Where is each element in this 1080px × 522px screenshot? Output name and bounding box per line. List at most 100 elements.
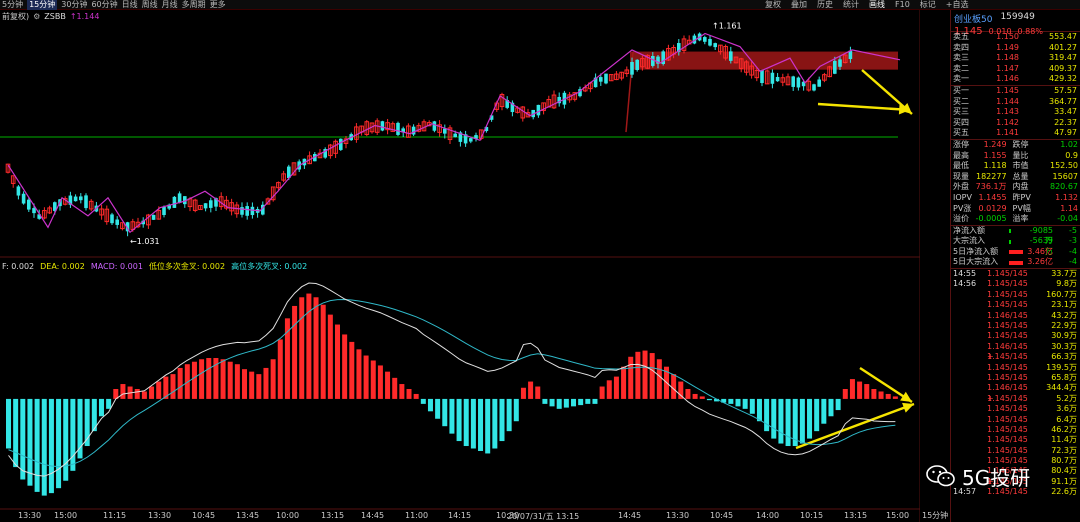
book-price: 1.146 — [996, 74, 1019, 84]
macd-bar — [621, 366, 627, 399]
macd-bar — [756, 398, 762, 422]
tick-volume: 3.6万 — [1056, 404, 1077, 414]
security-name: 创业板50 — [954, 15, 993, 25]
flow-bar — [1009, 236, 1023, 247]
tick-volume: 5.2万 — [1056, 393, 1077, 403]
macd-bar — [206, 358, 212, 399]
tool-button[interactable]: 复权 — [765, 0, 781, 10]
tick-price: 1.145/145 — [987, 352, 1028, 362]
dif-line — [8, 282, 896, 477]
stat-value: 1.1455 — [978, 192, 1007, 202]
macd-bar — [871, 389, 877, 399]
period-tab[interactable]: 月线 — [162, 0, 178, 10]
tick-volume: 23.1万 — [1051, 300, 1077, 310]
stat-label: 市值 — [1012, 161, 1029, 171]
flow-label: 大宗流入 — [953, 236, 985, 246]
period-tab[interactable]: 日线 — [122, 0, 138, 10]
book-row[interactable]: 卖四 1.149 401.27 — [951, 43, 1080, 54]
candle-body — [635, 59, 639, 71]
book-row[interactable]: 卖二 1.147 409.37 — [951, 64, 1080, 75]
stat-value: 15607 — [1052, 171, 1078, 181]
tick-row: 1.145/145 65.8万 — [951, 373, 1080, 383]
macd-bar — [56, 398, 62, 489]
book-row[interactable]: 买一 1.145 57.57 — [951, 86, 1080, 97]
book-row[interactable]: 买二 1.144 364.77 — [951, 97, 1080, 108]
macd-bar — [6, 398, 12, 449]
tick-volume: 22.9万 — [1051, 321, 1077, 331]
candle-body — [84, 195, 88, 209]
macd-bar — [199, 359, 205, 399]
book-row[interactable]: 买三 1.143 33.47 — [951, 107, 1080, 118]
flow-value: -5639万 — [1029, 236, 1053, 256]
candle-body — [250, 206, 255, 216]
macd-bar — [306, 293, 312, 399]
watermark: 5G投研 — [926, 456, 1076, 496]
time-axis: 13:30 15:00 11:15 13:30 10:45 13:45 10:00 13:15… — [0, 510, 920, 522]
tool-button[interactable]: 画线 — [869, 0, 885, 10]
tool-button[interactable]: 历史 — [817, 0, 833, 10]
candle-body — [713, 43, 717, 48]
tick-volume: 9.8万 — [1056, 279, 1077, 289]
annotation-arrow-head — [900, 391, 912, 402]
dea-line — [8, 298, 896, 468]
macd-bar — [699, 396, 705, 399]
tool-button[interactable]: 标记 — [920, 0, 936, 10]
tick-price: 1.145/145 — [987, 404, 1028, 414]
book-level-label: 卖五 — [953, 32, 969, 41]
book-row[interactable]: 卖三 1.148 319.47 — [951, 53, 1080, 64]
tool-button[interactable]: F10 — [895, 0, 910, 10]
period-tab[interactable]: 60分钟 — [91, 0, 117, 10]
macd-bar — [34, 398, 40, 492]
book-row[interactable]: 买四 1.142 22.37 — [951, 118, 1080, 129]
macd-bar — [685, 389, 691, 399]
stat-label: 内盘 — [1012, 182, 1029, 192]
bid-levels: 买一 1.145 57.57 买二 1.144 364.77 买三 1.143 33.47 买四 1… — [951, 86, 1080, 139]
tool-button[interactable]: +自选 — [946, 0, 969, 10]
book-row[interactable]: 卖一 1.146 429.32 — [951, 74, 1080, 85]
candle-body — [73, 196, 78, 202]
candle-body — [380, 121, 385, 131]
quote-stats: 涨停 1.249 跌停 1.02 最高 1.155 量比 0.9 最低 1.118 市值 152.50… — [951, 140, 1080, 225]
chart-area[interactable]: ↑1.161←1.0311.1281.0951.0781.0620.0120.0… — [0, 0, 920, 522]
tool-button[interactable]: 叠加 — [791, 0, 807, 10]
book-row[interactable]: 买五 1.141 47.97 — [951, 128, 1080, 139]
candle-body — [79, 196, 83, 201]
period-tab[interactable]: 15分钟 — [27, 0, 58, 10]
tick-row: 1.146/145 + 344.4万 — [951, 383, 1080, 402]
book-volume: 22.37 — [1054, 117, 1077, 127]
period-tab[interactable]: 更多 — [210, 0, 226, 10]
tool-button[interactable]: 统计 — [843, 0, 859, 10]
tick-row: 1.145/145 139.5万 — [951, 363, 1080, 373]
stat-value: 1.14 — [1060, 203, 1078, 213]
high-price-mark: ↑1.161 — [712, 22, 742, 31]
tick-volume: 43.2万 — [1051, 310, 1077, 320]
period-tab[interactable]: 5分钟 — [2, 0, 23, 10]
stat-value: 0.9 — [1065, 150, 1078, 160]
stat-label: IOPV — [953, 192, 972, 202]
indicator-name[interactable]: ZSBB — [44, 12, 66, 22]
candle-body — [172, 196, 177, 208]
period-tab[interactable]: 30分钟 — [61, 0, 87, 10]
flow-row: 5日净流入额 3.46亿 -4 — [951, 247, 1080, 258]
tick-volume: 72.3万 — [1051, 445, 1077, 455]
tick-price: 1.145/145 — [987, 424, 1028, 434]
toolbar: 5分钟 15分钟 30分钟 60分钟 日线 周线 月线 多周期 更多 复权 叠加 历史 统计 画线 F10… — [0, 0, 1080, 10]
stat-label: 量比 — [1012, 150, 1029, 160]
book-level-label: 买五 — [953, 128, 969, 138]
chart-tools: 复权 叠加 历史 统计 画线 F10 标记 +自选 — [765, 0, 968, 10]
tick-time — [953, 290, 987, 300]
macd-bar — [807, 398, 813, 439]
gear-icon[interactable]: ⚙ — [33, 12, 40, 22]
macd-bar — [106, 398, 112, 409]
period-tab[interactable]: 周线 — [142, 0, 158, 10]
tick-row: 1.145/145 11.4万 — [951, 435, 1080, 445]
candle-body — [791, 76, 795, 87]
book-row[interactable]: 卖五 1.150 553.47 — [951, 32, 1080, 43]
tick-time — [953, 383, 987, 393]
chart-canvas[interactable]: ↑1.161←1.0311.1281.0951.0781.0620.0120.0… — [0, 0, 920, 522]
book-volume: 33.47 — [1054, 107, 1077, 117]
tick-time — [953, 415, 987, 425]
tick-volume: 344.4万 — [1046, 383, 1077, 393]
flow-bar-fill — [1009, 239, 1011, 244]
period-tab[interactable]: 多周期 — [182, 0, 206, 10]
